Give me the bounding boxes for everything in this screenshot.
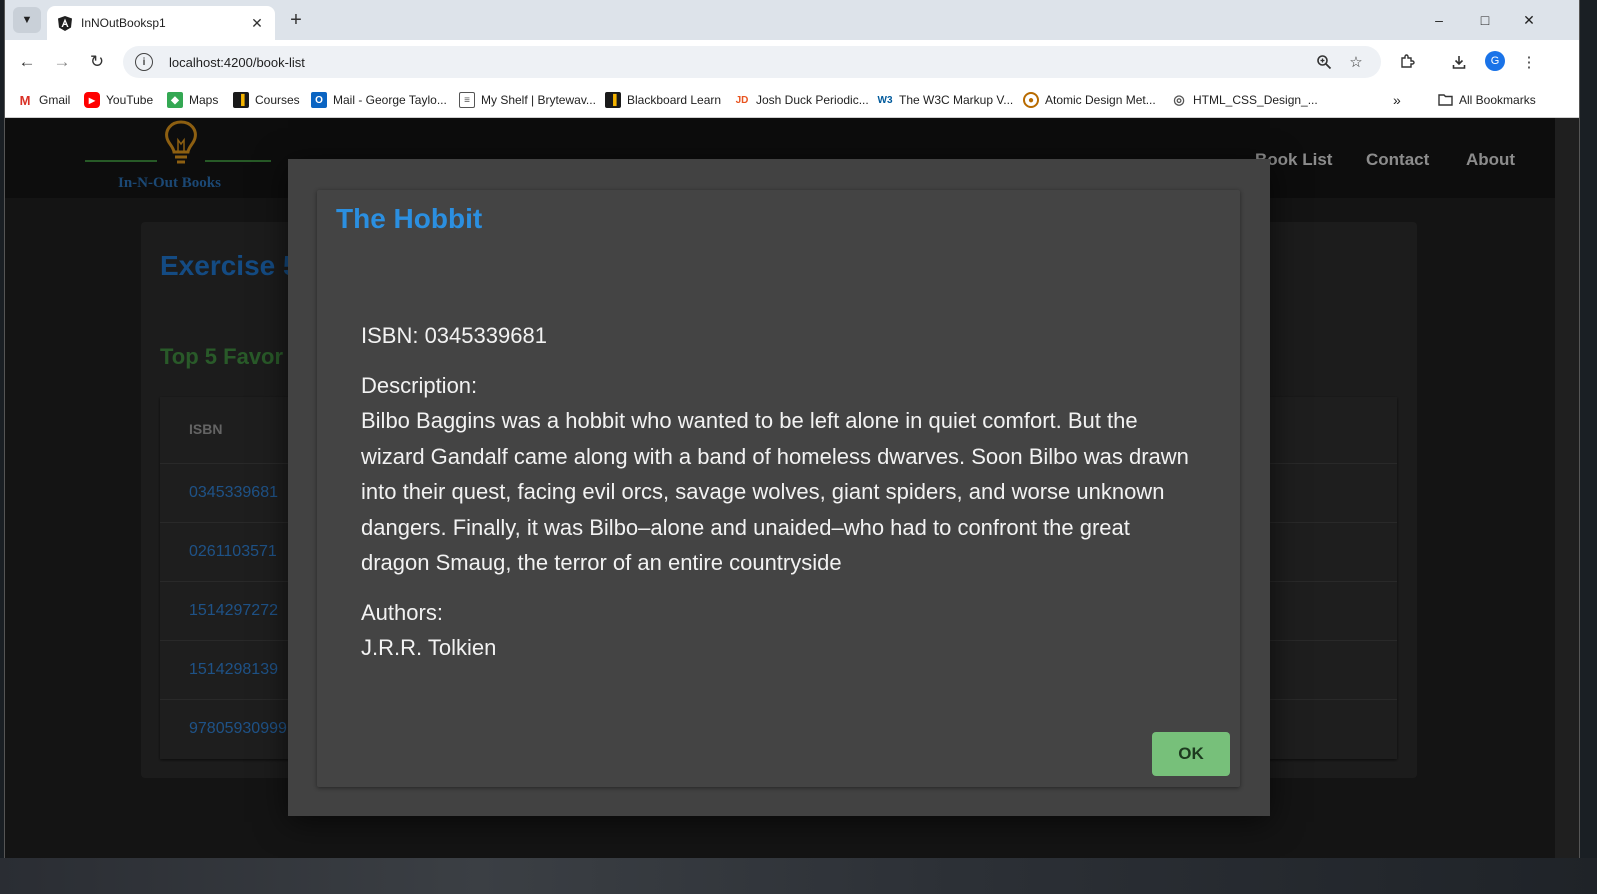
- reload-icon[interactable]: ↻: [85, 50, 109, 74]
- bookmark-w3c[interactable]: W3 The W3C Markup V...: [877, 90, 1014, 110]
- bookmark-atomic-design[interactable]: ● Atomic Design Met...: [1023, 90, 1156, 110]
- outlook-icon: O: [311, 92, 327, 108]
- right-edge-strip: [1555, 118, 1579, 858]
- extensions-icon[interactable]: [1397, 52, 1417, 72]
- bookmark-courses[interactable]: ▐ Courses: [233, 90, 300, 110]
- download-icon[interactable]: [1449, 52, 1469, 72]
- minimize-button[interactable]: –: [1419, 8, 1459, 32]
- isbn-text: ISBN: 0345339681: [361, 323, 547, 348]
- window-close-button[interactable]: ✕: [1509, 8, 1549, 32]
- profile-avatar[interactable]: G: [1485, 51, 1505, 71]
- site-info-icon[interactable]: i: [135, 53, 153, 71]
- bookmark-maps[interactable]: ◆ Maps: [167, 90, 218, 110]
- book-details-dialog: The Hobbit ISBN: 0345339681 Description:…: [288, 159, 1270, 816]
- close-icon[interactable]: ✕: [249, 15, 265, 32]
- more-menu-icon[interactable]: ⋮: [1519, 52, 1539, 72]
- bookmark-youtube[interactable]: ▶ YouTube: [84, 90, 153, 110]
- new-tab-button[interactable]: +: [283, 8, 309, 32]
- description-label: Description:: [361, 372, 478, 398]
- browser-toolbar: ← → ↻ i localhost:4200/book-list ☆ G ⋮: [5, 40, 1579, 84]
- bookmark-mail[interactable]: O Mail - George Taylo...: [311, 90, 447, 110]
- forward-arrow-icon[interactable]: →: [50, 50, 74, 74]
- tab-title: InNOutBooksp1: [81, 16, 166, 30]
- all-bookmarks-button[interactable]: All Bookmarks: [1437, 90, 1536, 110]
- dialog-title: The Hobbit: [336, 203, 483, 234]
- w3c-icon: W3: [877, 94, 893, 106]
- youtube-icon: ▶: [84, 92, 100, 108]
- bookmarks-bar: M Gmail ▶ YouTube ◆ Maps ▐ Courses O Mai…: [5, 84, 1579, 118]
- maps-icon: ◆: [167, 92, 183, 108]
- dialog-card: The Hobbit ISBN: 0345339681 Description:…: [317, 190, 1240, 787]
- folder-icon: [1437, 92, 1453, 108]
- jd-icon: JD: [735, 94, 749, 106]
- back-arrow-icon[interactable]: ←: [15, 50, 39, 74]
- active-tab[interactable]: InNOutBooksp1 ✕: [47, 6, 275, 40]
- description-block: Description: Bilbo Baggins was a hobbit …: [361, 368, 1201, 581]
- ok-button[interactable]: OK: [1152, 732, 1230, 776]
- authors-text: J.R.R. Tolkien: [361, 635, 497, 660]
- url-text: localhost:4200/book-list: [169, 54, 305, 70]
- bookmark-blackboard[interactable]: ▐ Blackboard Learn: [605, 90, 721, 110]
- bookmark-my-shelf[interactable]: ≡ My Shelf | Brytewav...: [459, 90, 596, 110]
- page-icon: ≡: [459, 92, 475, 108]
- bar-chart-icon: ▐: [605, 92, 621, 108]
- bar-chart-icon: ▐: [233, 92, 249, 108]
- star-icon[interactable]: ☆: [1347, 53, 1365, 71]
- desktop-background: [0, 858, 1597, 894]
- authors-block: Authors: J.R.R. Tolkien: [361, 595, 1201, 666]
- tab-strip: ▼ InNOutBooksp1 ✕ + – □ ✕: [5, 0, 1579, 40]
- globe-icon: ◎: [1173, 92, 1185, 107]
- maximize-button[interactable]: □: [1465, 8, 1505, 32]
- browser-window: ▼ InNOutBooksp1 ✕ + – □ ✕ ← → ↻ i localh…: [4, 0, 1580, 858]
- description-text: Bilbo Baggins was a hobbit who wanted to…: [361, 408, 1189, 575]
- bookmark-josh-duck[interactable]: JD Josh Duck Periodic...: [734, 90, 869, 110]
- zoom-icon[interactable]: [1315, 53, 1333, 71]
- bookmark-gmail[interactable]: M Gmail: [17, 90, 71, 110]
- bookmarks-overflow-icon[interactable]: »: [1393, 90, 1401, 110]
- angular-icon: [57, 15, 73, 31]
- authors-label: Authors:: [361, 599, 443, 625]
- chevron-down-icon: ▼: [21, 14, 33, 26]
- address-bar[interactable]: i localhost:4200/book-list: [123, 46, 1381, 78]
- atom-icon: ●: [1023, 92, 1039, 108]
- gmail-icon: M: [19, 92, 31, 108]
- tab-search-button[interactable]: ▼: [13, 7, 41, 33]
- bookmark-html-css[interactable]: ◎ HTML_CSS_Design_...: [1171, 90, 1317, 110]
- dialog-body: ISBN: 0345339681 Description: Bilbo Bagg…: [361, 318, 1201, 680]
